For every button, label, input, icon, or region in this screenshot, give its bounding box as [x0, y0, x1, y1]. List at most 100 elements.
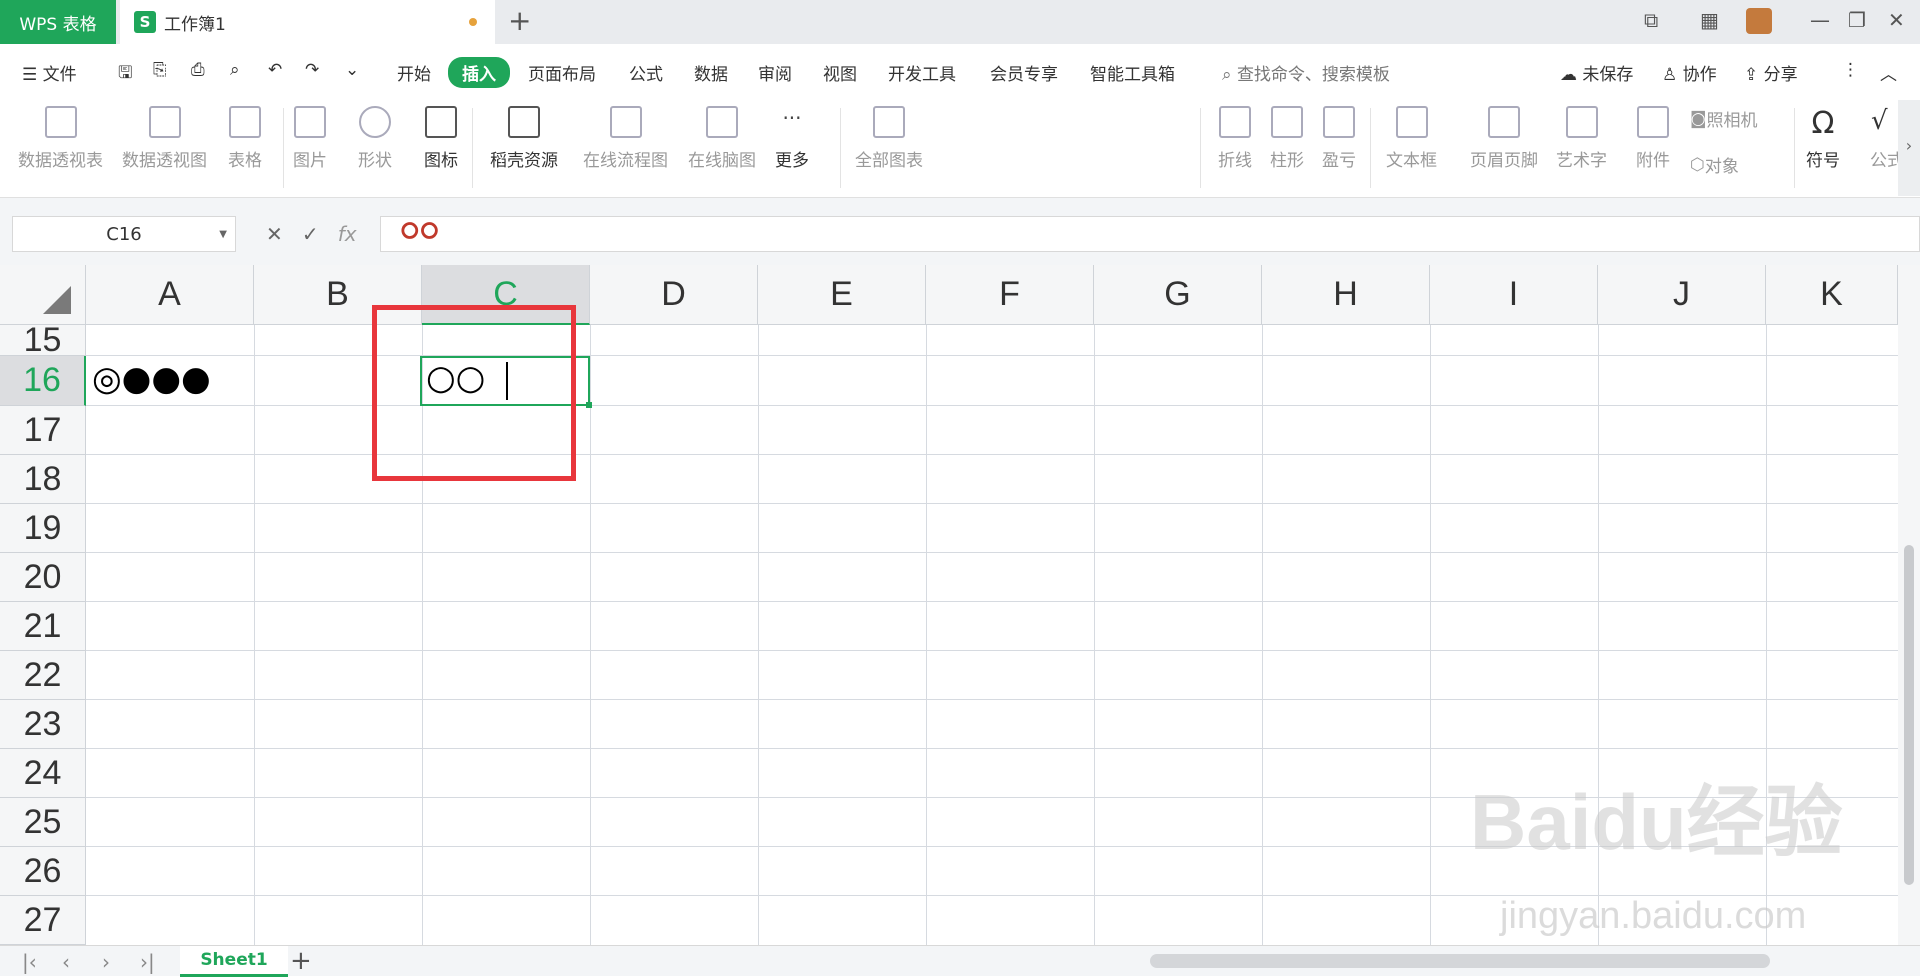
attachment-button[interactable]: 附件 [1636, 106, 1670, 171]
new-tab-button[interactable]: + [508, 4, 531, 37]
tab-page-layout[interactable]: 页面布局 [528, 60, 596, 85]
horizontal-scrollbar[interactable] [1150, 954, 1770, 968]
export-icon[interactable]: ⎘ [153, 60, 167, 80]
grid-apps-icon[interactable]: ▦ [1700, 8, 1719, 32]
flowchart-button[interactable]: 在线流程图 [583, 106, 668, 171]
column-header-e[interactable]: E [758, 265, 926, 325]
row-header-15[interactable]: 15 [0, 321, 86, 359]
unsaved-label: 未保存 [1582, 65, 1634, 85]
chevron-down-icon[interactable]: ⌄ [345, 60, 359, 80]
tab-smart-toolbox[interactable]: 智能工具箱 [1090, 60, 1175, 85]
row-header-27[interactable]: 27 [0, 896, 86, 945]
vertical-scrollbar[interactable] [1898, 265, 1920, 945]
select-all-corner[interactable] [0, 265, 86, 325]
textbox-button[interactable]: 文本框 [1386, 106, 1437, 171]
tab-formula[interactable]: 公式 [629, 60, 663, 85]
fill-handle[interactable] [586, 402, 592, 408]
tab-developer[interactable]: 开发工具 [888, 60, 956, 85]
close-icon[interactable]: ✕ [1888, 8, 1905, 32]
row-header-20[interactable]: 20 [0, 553, 86, 602]
sparkline-column-button[interactable]: 柱形 [1270, 106, 1304, 171]
minimize-icon[interactable]: — [1810, 8, 1830, 32]
column-header-g[interactable]: G [1094, 265, 1262, 325]
icon-button[interactable]: 图标 [424, 106, 458, 171]
column-header-a[interactable]: A [86, 265, 254, 325]
restore-icon[interactable]: ❐ [1848, 8, 1866, 32]
object-button[interactable]: ⬡ 对象 [1690, 152, 1739, 178]
sparkline-winloss-button[interactable]: 盈亏 [1322, 106, 1356, 171]
more-button[interactable]: ··· 更多 [775, 106, 809, 171]
all-charts-label: 全部图表 [855, 151, 923, 171]
tab-start[interactable]: 开始 [397, 60, 431, 85]
sparkline-line-button[interactable]: 折线 [1218, 106, 1252, 171]
camera-button[interactable]: ◙ 照相机 [1690, 106, 1758, 132]
cell-a16[interactable]: ◎●●● [92, 359, 211, 399]
undo-icon[interactable]: ↶ [268, 60, 282, 80]
app-tab[interactable]: WPS 表格 [0, 0, 116, 44]
document-tab[interactable]: S 工作簿1 [120, 0, 495, 44]
column-header-i[interactable]: I [1430, 265, 1598, 325]
mindmap-button[interactable]: 在线脑图 [688, 106, 756, 171]
redo-icon[interactable]: ↷ [305, 60, 319, 80]
sparkline-winloss-label: 盈亏 [1322, 151, 1356, 171]
tab-data[interactable]: 数据 [694, 60, 728, 85]
table-button[interactable]: 表格 [228, 106, 262, 171]
share-button[interactable]: ⇪ 分享 [1744, 60, 1798, 85]
pivot-chart-button[interactable]: 数据透视图 [122, 106, 207, 171]
picture-button[interactable]: 图片 [293, 106, 327, 171]
grid-line [758, 325, 759, 945]
pivot-table-button[interactable]: 数据透视表 [18, 106, 103, 171]
row-header-21[interactable]: 21 [0, 602, 86, 651]
column-header-d[interactable]: D [590, 265, 758, 325]
all-charts-button[interactable]: 全部图表 [855, 106, 923, 171]
column-header-f[interactable]: F [926, 265, 1094, 325]
tab-view[interactable]: 视图 [823, 60, 857, 85]
last-sheet-icon[interactable]: ›| [140, 950, 155, 974]
sparkline-line-label: 折线 [1218, 151, 1252, 171]
save-icon[interactable]: 🖫 [118, 60, 132, 89]
symbol-button[interactable]: Ω 符号 [1806, 106, 1840, 171]
tab-member[interactable]: 会员专享 [990, 60, 1058, 85]
column-header-j[interactable]: J [1598, 265, 1766, 325]
sheet-tab-sheet1[interactable]: Sheet1 [180, 946, 288, 977]
reading-mode-icon[interactable]: ⧉ [1644, 8, 1658, 32]
name-box[interactable]: C16 ▼ [12, 216, 236, 252]
column-header-h[interactable]: H [1262, 265, 1430, 325]
row-header-23[interactable]: 23 [0, 700, 86, 749]
row-header-24[interactable]: 24 [0, 749, 86, 798]
command-search[interactable]: ⌕ 查找命令、搜索模板 [1222, 60, 1390, 85]
row-header-17[interactable]: 17 [0, 406, 86, 455]
fx-icon[interactable]: fx [338, 222, 357, 246]
header-footer-button[interactable]: 页眉页脚 [1470, 106, 1538, 171]
tab-insert[interactable]: 插入 [448, 57, 510, 88]
next-sheet-icon[interactable]: › [102, 950, 110, 974]
confirm-icon[interactable]: ✓ [302, 222, 319, 246]
row-header-25[interactable]: 25 [0, 798, 86, 847]
more-icon[interactable]: ⋮ [1842, 60, 1859, 80]
row-header-26[interactable]: 26 [0, 847, 86, 896]
row-header-16[interactable]: 16 [0, 356, 86, 406]
cancel-icon[interactable]: ✕ [266, 222, 283, 246]
shape-button[interactable]: 形状 [358, 106, 392, 171]
docer-resource-button[interactable]: 稻壳资源 [490, 106, 558, 171]
row-header-18[interactable]: 18 [0, 455, 86, 504]
tab-review[interactable]: 审阅 [758, 60, 792, 85]
collapse-ribbon-icon[interactable]: ︿ [1880, 60, 1897, 85]
first-sheet-icon[interactable]: |‹ [22, 950, 37, 974]
add-sheet-button[interactable]: + [290, 946, 312, 976]
avatar[interactable] [1746, 8, 1772, 34]
row-header-19[interactable]: 19 [0, 504, 86, 553]
wordart-button[interactable]: 艺术字 [1556, 106, 1607, 171]
print-preview-icon[interactable]: ⌕ [230, 60, 240, 80]
ribbon-scroll-right-icon[interactable]: › [1898, 100, 1920, 196]
file-menu[interactable]: ☰ 文件 [22, 60, 77, 85]
grid-line [926, 325, 927, 945]
collab-button[interactable]: ♙ 协作 [1662, 60, 1717, 85]
scrollbar-thumb[interactable] [1904, 545, 1914, 885]
unsaved-button[interactable]: ☁ 未保存 [1560, 60, 1633, 85]
row-header-22[interactable]: 22 [0, 651, 86, 700]
formula-input[interactable]: ⭘⭘ [380, 216, 1920, 252]
print-icon[interactable]: ⎙ [191, 60, 205, 80]
prev-sheet-icon[interactable]: ‹ [62, 950, 70, 974]
column-header-k[interactable]: K [1766, 265, 1898, 325]
